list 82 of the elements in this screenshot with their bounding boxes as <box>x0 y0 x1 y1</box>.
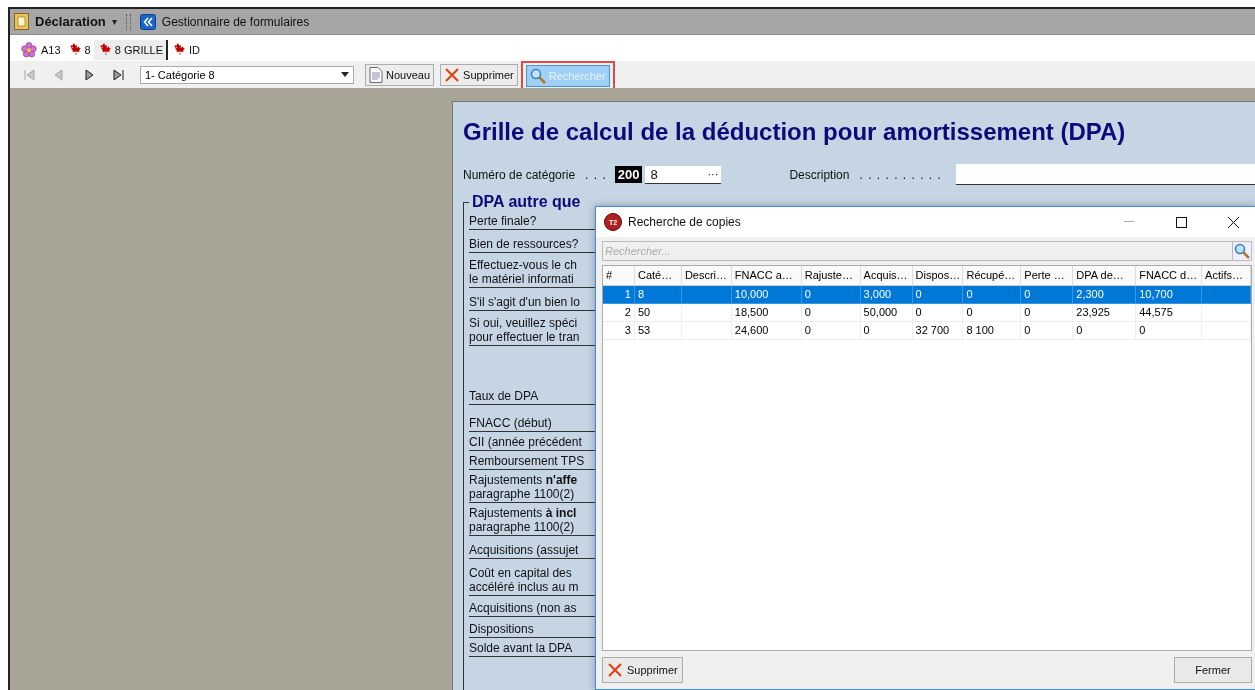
column-header[interactable]: Récupé… <box>963 266 1022 286</box>
cross-icon <box>607 662 623 678</box>
column-header[interactable]: DPA de… <box>1073 266 1137 286</box>
table-cell: 0 <box>1021 304 1074 322</box>
close-button[interactable]: Fermer <box>1174 657 1252 683</box>
new-button[interactable]: Nouveau <box>365 63 435 86</box>
next-record-icon[interactable] <box>82 67 96 82</box>
column-header[interactable]: # <box>603 266 635 286</box>
table-cell: 0 <box>912 286 964 304</box>
table-cell: 0 <box>1021 286 1074 304</box>
table-cell: 0 <box>801 322 861 340</box>
form-manager-link[interactable]: Gestionnaire de formulaires <box>161 14 310 29</box>
table-cell: 32 700 <box>912 322 964 340</box>
table-row[interactable]: 2 50 18,500 0 50,000 0 0 0 23,925 44,575 <box>603 304 1251 322</box>
table-cell: 50 <box>634 304 682 322</box>
table-cell: 0 <box>1021 322 1074 340</box>
table-cell: 0 <box>963 304 1022 322</box>
table-cell: 3 <box>603 322 635 340</box>
table-cell: 44,575 <box>1136 304 1203 322</box>
close-icon[interactable] <box>1227 216 1239 228</box>
table-cell: 0 <box>801 304 861 322</box>
column-header[interactable]: Perte … <box>1021 266 1074 286</box>
table-cell: 1 <box>603 286 635 304</box>
column-header[interactable]: Descri… <box>681 266 732 286</box>
table-cell: 8 100 <box>963 322 1022 340</box>
table-cell: 2,300 <box>1073 286 1137 304</box>
delete-button[interactable]: Supprimer <box>602 657 683 683</box>
section-title: DPA autre que <box>472 193 582 211</box>
column-header[interactable]: FNACC d… <box>1136 266 1203 286</box>
field-label: Description <box>789 167 850 182</box>
table-cell: 50,000 <box>860 304 913 322</box>
ellipsis-button[interactable]: ··· <box>707 168 722 180</box>
table-cell: 0 <box>860 322 913 340</box>
search-icon <box>1234 243 1250 259</box>
form-tab[interactable]: ID <box>168 40 203 60</box>
double-chevron-icon[interactable] <box>139 13 156 30</box>
form-tab[interactable]: 8 GRILLE <box>93 40 168 60</box>
table-cell: 3,000 <box>860 286 913 304</box>
table-cell: 24,600 <box>731 322 802 340</box>
table-cell: 0 <box>801 286 861 304</box>
table-cell: 0 <box>1136 322 1203 340</box>
table-cell: 0 <box>963 286 1022 304</box>
column-header[interactable]: Caté… <box>634 266 682 286</box>
category-dropdown[interactable]: 1- Catégorie 8 <box>140 65 354 84</box>
leader-dots: . . . . . . . . . . <box>859 167 942 182</box>
table-cell: 0 <box>912 304 964 322</box>
column-header[interactable]: Dispos… <box>912 266 964 286</box>
table-cell: 23,925 <box>1073 304 1137 322</box>
line-code: 200 <box>614 166 643 183</box>
table-cell: 0 <box>1073 322 1137 340</box>
document-icon <box>369 66 383 83</box>
form-tab[interactable]: 8 <box>63 40 94 60</box>
caret-icon[interactable]: ▾ <box>111 16 117 27</box>
cross-icon <box>444 66 461 83</box>
dialog-title: Recherche de copies <box>628 215 741 229</box>
maximize-icon[interactable] <box>1175 216 1187 228</box>
delete-button[interactable]: Supprimer <box>440 63 518 86</box>
column-header[interactable]: FNACC a… <box>731 266 802 286</box>
form-tab[interactable]: A13 <box>18 40 64 60</box>
flower-icon <box>21 42 37 58</box>
leader-dots: . . . <box>585 167 607 182</box>
menu-title[interactable]: Déclaration <box>35 14 106 29</box>
table-row[interactable]: 1 8 10,000 0 3,000 0 0 0 2,300 10,700 <box>603 286 1251 304</box>
form-title: Grille de calcul de la déduction pour amortissement (DPA) <box>463 118 1127 146</box>
description-input[interactable] <box>955 164 1255 185</box>
table-cell: 2 <box>603 304 635 322</box>
table-row[interactable]: 3 53 24,600 0 0 32 700 8 100 0 0 0 <box>603 322 1251 340</box>
column-header[interactable]: Rajuste… <box>801 266 861 286</box>
search-icon <box>529 67 546 84</box>
table-cell: 8 <box>634 286 682 304</box>
search-field[interactable]: Rechercher... <box>602 241 1233 261</box>
table-cell: 53 <box>634 322 682 340</box>
category-input[interactable]: 8 ··· <box>645 165 722 184</box>
form-book-icon <box>14 13 29 30</box>
field-label: Numéro de catégorie <box>463 167 576 182</box>
table-cell: 10,700 <box>1136 286 1203 304</box>
table-cell: 18,500 <box>731 304 802 322</box>
caret-icon[interactable] <box>341 72 349 77</box>
column-header[interactable]: Actifs… <box>1202 266 1251 286</box>
last-record-icon[interactable] <box>112 67 126 82</box>
column-header[interactable]: Acquis… <box>860 266 913 286</box>
table-cell: 10,000 <box>731 286 802 304</box>
